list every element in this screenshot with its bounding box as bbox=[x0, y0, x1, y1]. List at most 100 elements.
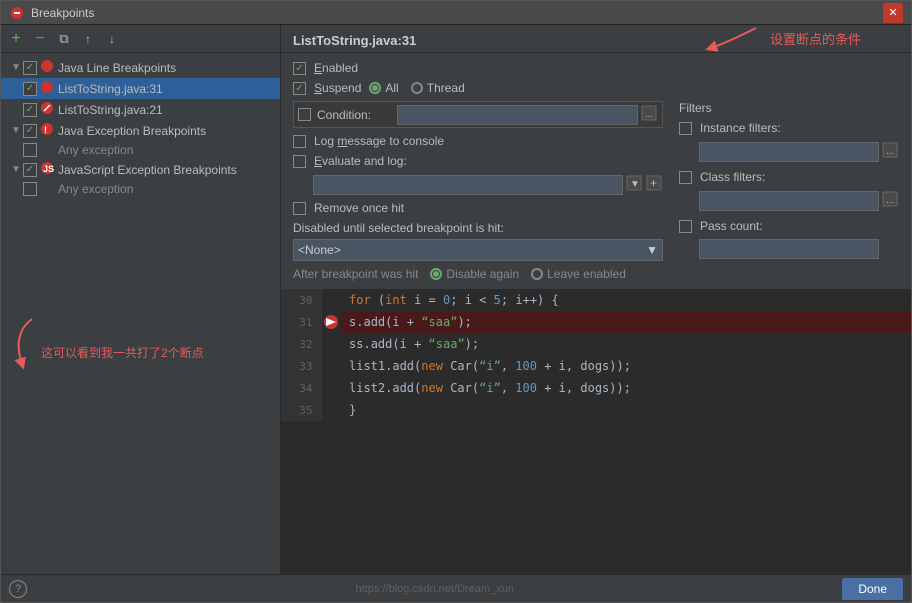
line-number: 30 bbox=[281, 289, 321, 311]
code-area: 30 for (int i = 0; i < 5; i++) { 31 bbox=[281, 289, 911, 574]
bottom-bar: ? https://blog.csdn.net/Dream_xun Done bbox=[1, 574, 911, 602]
group-bp-icon bbox=[40, 59, 54, 76]
group-bp-icon: JS bbox=[40, 161, 54, 178]
evaluate-add-btn[interactable]: + bbox=[645, 174, 663, 195]
line-code-col: list2.add(new Car(“i”, 100 + i, dogs)); bbox=[341, 377, 911, 399]
instance-filter-input-row: ... bbox=[699, 141, 899, 162]
radio-leave-enabled[interactable]: Leave enabled bbox=[531, 267, 626, 281]
group-checkbox[interactable]: ✓ bbox=[23, 124, 37, 138]
suspend-radio-group: All Thread bbox=[369, 81, 464, 95]
line-bp-col bbox=[321, 311, 341, 333]
evaluate-label: Evaluate and log: bbox=[314, 154, 407, 168]
tree-item-listtostring-21[interactable]: ✓ ListToString.java:21 bbox=[1, 99, 280, 120]
table-row: 33 list1.add(new Car(“i”, 100 + i, dogs)… bbox=[281, 355, 911, 377]
instance-checkbox[interactable] bbox=[679, 122, 692, 135]
radio-thread[interactable]: Thread bbox=[411, 81, 465, 95]
disabled-dropdown-arrow: ▼ bbox=[646, 243, 658, 257]
group-bp-icon: ! bbox=[40, 122, 54, 139]
tree-item-any-exception-js[interactable]: ✓ Any exception bbox=[1, 180, 280, 198]
line-bp-col bbox=[321, 355, 341, 377]
class-filter-btn[interactable]: ... bbox=[881, 190, 899, 211]
tree-item-javascript-exception-group[interactable]: ▼ ✓ JS JavaScript Exception Breakpoints bbox=[1, 159, 280, 180]
tree-item-java-exception-group[interactable]: ▼ ✓ ! Java Exception Breakpoints bbox=[1, 120, 280, 141]
item-checkbox[interactable]: ✓ bbox=[23, 182, 37, 196]
condition-label: Condition: bbox=[317, 108, 397, 122]
evaluate-input-row: ▼ + bbox=[313, 174, 663, 195]
item-checkbox[interactable]: ✓ bbox=[23, 103, 37, 117]
item-checkbox[interactable]: ✓ bbox=[23, 82, 37, 96]
class-filter-label: Class filters: bbox=[700, 170, 765, 184]
item-checkbox[interactable]: ✓ bbox=[23, 143, 37, 157]
class-filter-row: Class filters: bbox=[679, 170, 899, 184]
class-checkbox[interactable] bbox=[679, 171, 692, 184]
log-message-row: Log message to console bbox=[293, 134, 663, 148]
expand-toggle[interactable]: ▼ bbox=[9, 62, 23, 73]
toolbar: + − ⧉ ↑ ↓ bbox=[1, 25, 280, 53]
evaluate-row: Evaluate and log: bbox=[293, 154, 663, 168]
group-checkbox[interactable]: ✓ bbox=[23, 61, 37, 75]
copy-breakpoint-button[interactable]: ⧉ bbox=[53, 28, 75, 50]
expand-toggle[interactable]: ▼ bbox=[9, 125, 23, 136]
line-code-col: } bbox=[341, 399, 911, 421]
annotation-right: 设置断点的条件 bbox=[706, 25, 861, 53]
disabled-select[interactable]: <None> ▼ bbox=[293, 239, 663, 261]
tree-item-listtostring-31[interactable]: ✓ ListToString.java:31 bbox=[1, 78, 280, 99]
evaluate-checkbox[interactable] bbox=[293, 155, 306, 168]
filters-section: Filters Instance filters: ... bbox=[679, 101, 899, 281]
remove-breakpoint-button[interactable]: − bbox=[29, 28, 51, 50]
group-checkbox[interactable]: ✓ bbox=[23, 163, 37, 177]
condition-checkbox[interactable] bbox=[298, 108, 311, 121]
expand-toggle[interactable]: ▼ bbox=[9, 164, 23, 175]
instance-filter-input[interactable] bbox=[699, 142, 879, 162]
svg-text:JS: JS bbox=[43, 164, 54, 174]
condition-row: Condition: ... bbox=[293, 101, 663, 128]
help-button[interactable]: ? bbox=[9, 580, 27, 598]
line-bp-col bbox=[321, 399, 341, 421]
log-checkbox[interactable] bbox=[293, 135, 306, 148]
tree-item-label: Any exception bbox=[58, 182, 133, 196]
condition-input[interactable] bbox=[397, 105, 638, 125]
radio-all[interactable]: All bbox=[369, 81, 398, 95]
done-button[interactable]: Done bbox=[842, 578, 903, 600]
class-filter-input[interactable] bbox=[699, 191, 879, 211]
line-number: 31 bbox=[281, 311, 321, 333]
export-breakpoint-button[interactable]: ↑ bbox=[77, 28, 99, 50]
radio-disable-again-dot bbox=[430, 268, 442, 280]
add-breakpoint-button[interactable]: + bbox=[5, 28, 27, 50]
after-hit-row: After breakpoint was hit Disable again L… bbox=[293, 267, 663, 281]
table-row: 31 s.add(i + “saa”); bbox=[281, 311, 911, 333]
title-bar: Breakpoints ✕ bbox=[1, 1, 911, 25]
evaluate-input[interactable] bbox=[313, 175, 623, 195]
item-bp-icon bbox=[40, 101, 54, 118]
tree-item-java-line-group[interactable]: ▼ ✓ Java Line Breakpoints bbox=[1, 57, 280, 78]
url-text: https://blog.csdn.net/Dream_xun bbox=[355, 583, 513, 595]
tree-item-any-exception[interactable]: ✓ Any exception bbox=[1, 141, 280, 159]
pass-count-input[interactable] bbox=[699, 239, 879, 259]
suspend-checkbox[interactable]: ✓ bbox=[293, 82, 306, 95]
close-button[interactable]: ✕ bbox=[883, 3, 903, 23]
tree-item-label: Any exception bbox=[58, 143, 133, 157]
window-icon bbox=[9, 5, 25, 21]
instance-filter-btn[interactable]: ... bbox=[881, 141, 899, 162]
line-code-col: for (int i = 0; i < 5; i++) { bbox=[341, 289, 911, 311]
line-number: 32 bbox=[281, 333, 321, 355]
import-breakpoint-button[interactable]: ↓ bbox=[101, 28, 123, 50]
remove-once-hit-row: Remove once hit bbox=[293, 201, 663, 215]
enabled-checkbox[interactable]: ✓ bbox=[293, 62, 306, 75]
annotation-chinese-text: 这可以看到我一共打了2个断点 bbox=[41, 344, 204, 361]
condition-more-btn[interactable]: ... bbox=[640, 104, 658, 125]
instance-filter-label: Instance filters: bbox=[700, 121, 781, 135]
radio-leave-enabled-dot bbox=[531, 268, 543, 280]
line-bp-col bbox=[321, 289, 341, 311]
remove-checkbox[interactable] bbox=[293, 202, 306, 215]
evaluate-dropdown[interactable]: ▼ bbox=[625, 174, 643, 195]
radio-disable-again[interactable]: Disable again bbox=[430, 267, 519, 281]
radio-thread-dot bbox=[411, 82, 423, 94]
table-row: 30 for (int i = 0; i < 5; i++) { bbox=[281, 289, 911, 311]
table-row: 35 } bbox=[281, 399, 911, 421]
svg-text:!: ! bbox=[44, 125, 47, 135]
line-number: 35 bbox=[281, 399, 321, 421]
left-panel: + − ⧉ ↑ ↓ ▼ ✓ Java Line Breakpoints bbox=[1, 25, 281, 574]
pass-count-checkbox[interactable] bbox=[679, 220, 692, 233]
tree-item-label: JavaScript Exception Breakpoints bbox=[58, 163, 237, 177]
